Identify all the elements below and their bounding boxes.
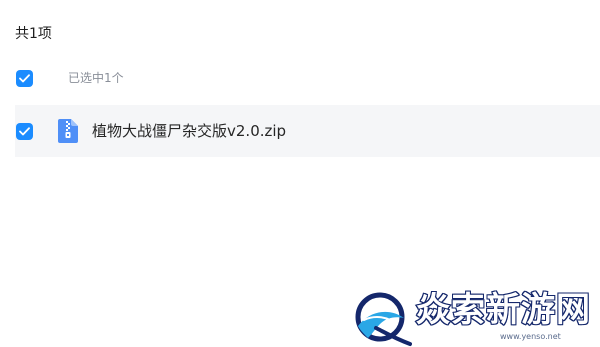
watermark-url: www.yenso.net (500, 332, 561, 341)
file-name[interactable]: 植物大战僵尸杂交版v2.0.zip (92, 121, 286, 141)
file-list-item[interactable]: 植物大战僵尸杂交版v2.0.zip (15, 105, 600, 157)
selected-count-text: 已选中1个 (68, 71, 124, 85)
checkmark-icon (19, 126, 30, 135)
watermark-title: 焱索新游网 (415, 289, 591, 331)
watermark-logo-icon (355, 292, 412, 346)
site-watermark: 焱索新游网 www.yenso.net (350, 288, 600, 347)
checkmark-icon (19, 73, 30, 82)
select-all-row: 已选中1个 (15, 64, 600, 92)
item-count-label: 共1项 (15, 26, 52, 42)
select-all-checkbox[interactable] (16, 69, 33, 87)
file-checkbox[interactable] (16, 122, 33, 140)
zip-file-icon (58, 119, 78, 143)
file-selection-panel: 共1项 已选中1个 植物大战僵尸杂交版v2.0.zip 焱索新游网 www.ye… (0, 0, 600, 347)
